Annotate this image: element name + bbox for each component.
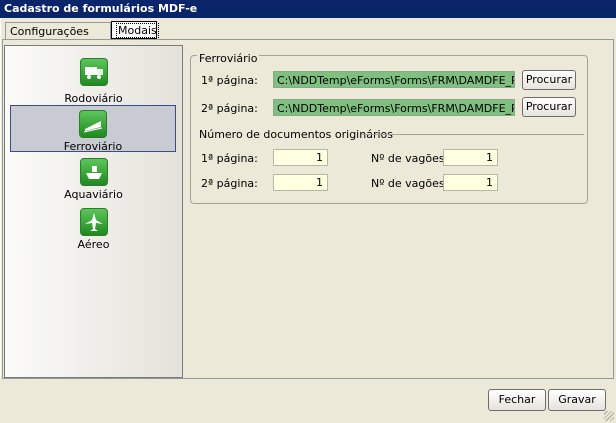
- wagons2-label: Nº de vagões: [371, 177, 445, 190]
- truck-icon: [79, 58, 108, 86]
- sidebar-item-ferroviario[interactable]: Ferroviário: [10, 105, 176, 153]
- tab-configuracoes-gerais[interactable]: Configurações gerais: [5, 22, 111, 55]
- page2-label: 2ª página:: [201, 102, 258, 115]
- wagons2-field[interactable]: 1: [443, 174, 498, 191]
- sidebar-item-aereo[interactable]: Aéreo: [5, 208, 182, 251]
- ship-icon: [79, 158, 108, 186]
- window-title: Cadastro de formulários MDF-e: [0, 0, 616, 18]
- sidebar-item-label: Ferroviário: [63, 140, 123, 153]
- resize-grip[interactable]: [604, 411, 614, 421]
- orig-page1-field[interactable]: 1: [273, 149, 328, 166]
- browse-page1-button[interactable]: Procurar: [522, 70, 576, 90]
- page1-label: 1ª página:: [201, 74, 258, 87]
- page2-path-field[interactable]: C:\NDDTemp\eForms\Forms\FRM\DAMDFE_PG2_: [273, 99, 515, 116]
- page1-path-field[interactable]: C:\NDDTemp\eForms\Forms\FRM\DAMDFE_PG1_: [273, 71, 515, 88]
- close-button[interactable]: Fechar: [488, 389, 546, 411]
- orig-page2-field[interactable]: 1: [273, 174, 328, 191]
- originals-divider: [362, 134, 584, 135]
- airplane-icon: [79, 208, 108, 236]
- save-button[interactable]: Gravar: [548, 389, 606, 411]
- browse-page2-button[interactable]: Procurar: [522, 97, 576, 117]
- tab-modais[interactable]: Modais: [111, 21, 159, 39]
- wagons1-label: Nº de vagões: [371, 152, 445, 165]
- sidebar-item-aquaviario[interactable]: Aquaviário: [5, 158, 182, 201]
- tab-modais-label: Modais: [116, 23, 159, 38]
- sidebar-item-rodoviario[interactable]: Rodoviário: [5, 58, 182, 105]
- wagons1-field[interactable]: 1: [443, 149, 498, 166]
- orig-page2-label: 2ª página:: [201, 177, 258, 190]
- ferroviario-group-title: Ferroviário: [197, 52, 260, 65]
- orig-page1-label: 1ª página:: [201, 152, 258, 165]
- modal-sidebar: Rodoviário Ferroviário Aquaviário Aéreo: [4, 45, 183, 378]
- sidebar-item-label: Rodoviário: [64, 92, 123, 105]
- sidebar-item-label: Aquaviário: [64, 188, 123, 201]
- train-icon: [79, 110, 107, 138]
- sidebar-item-label: Aéreo: [77, 238, 110, 251]
